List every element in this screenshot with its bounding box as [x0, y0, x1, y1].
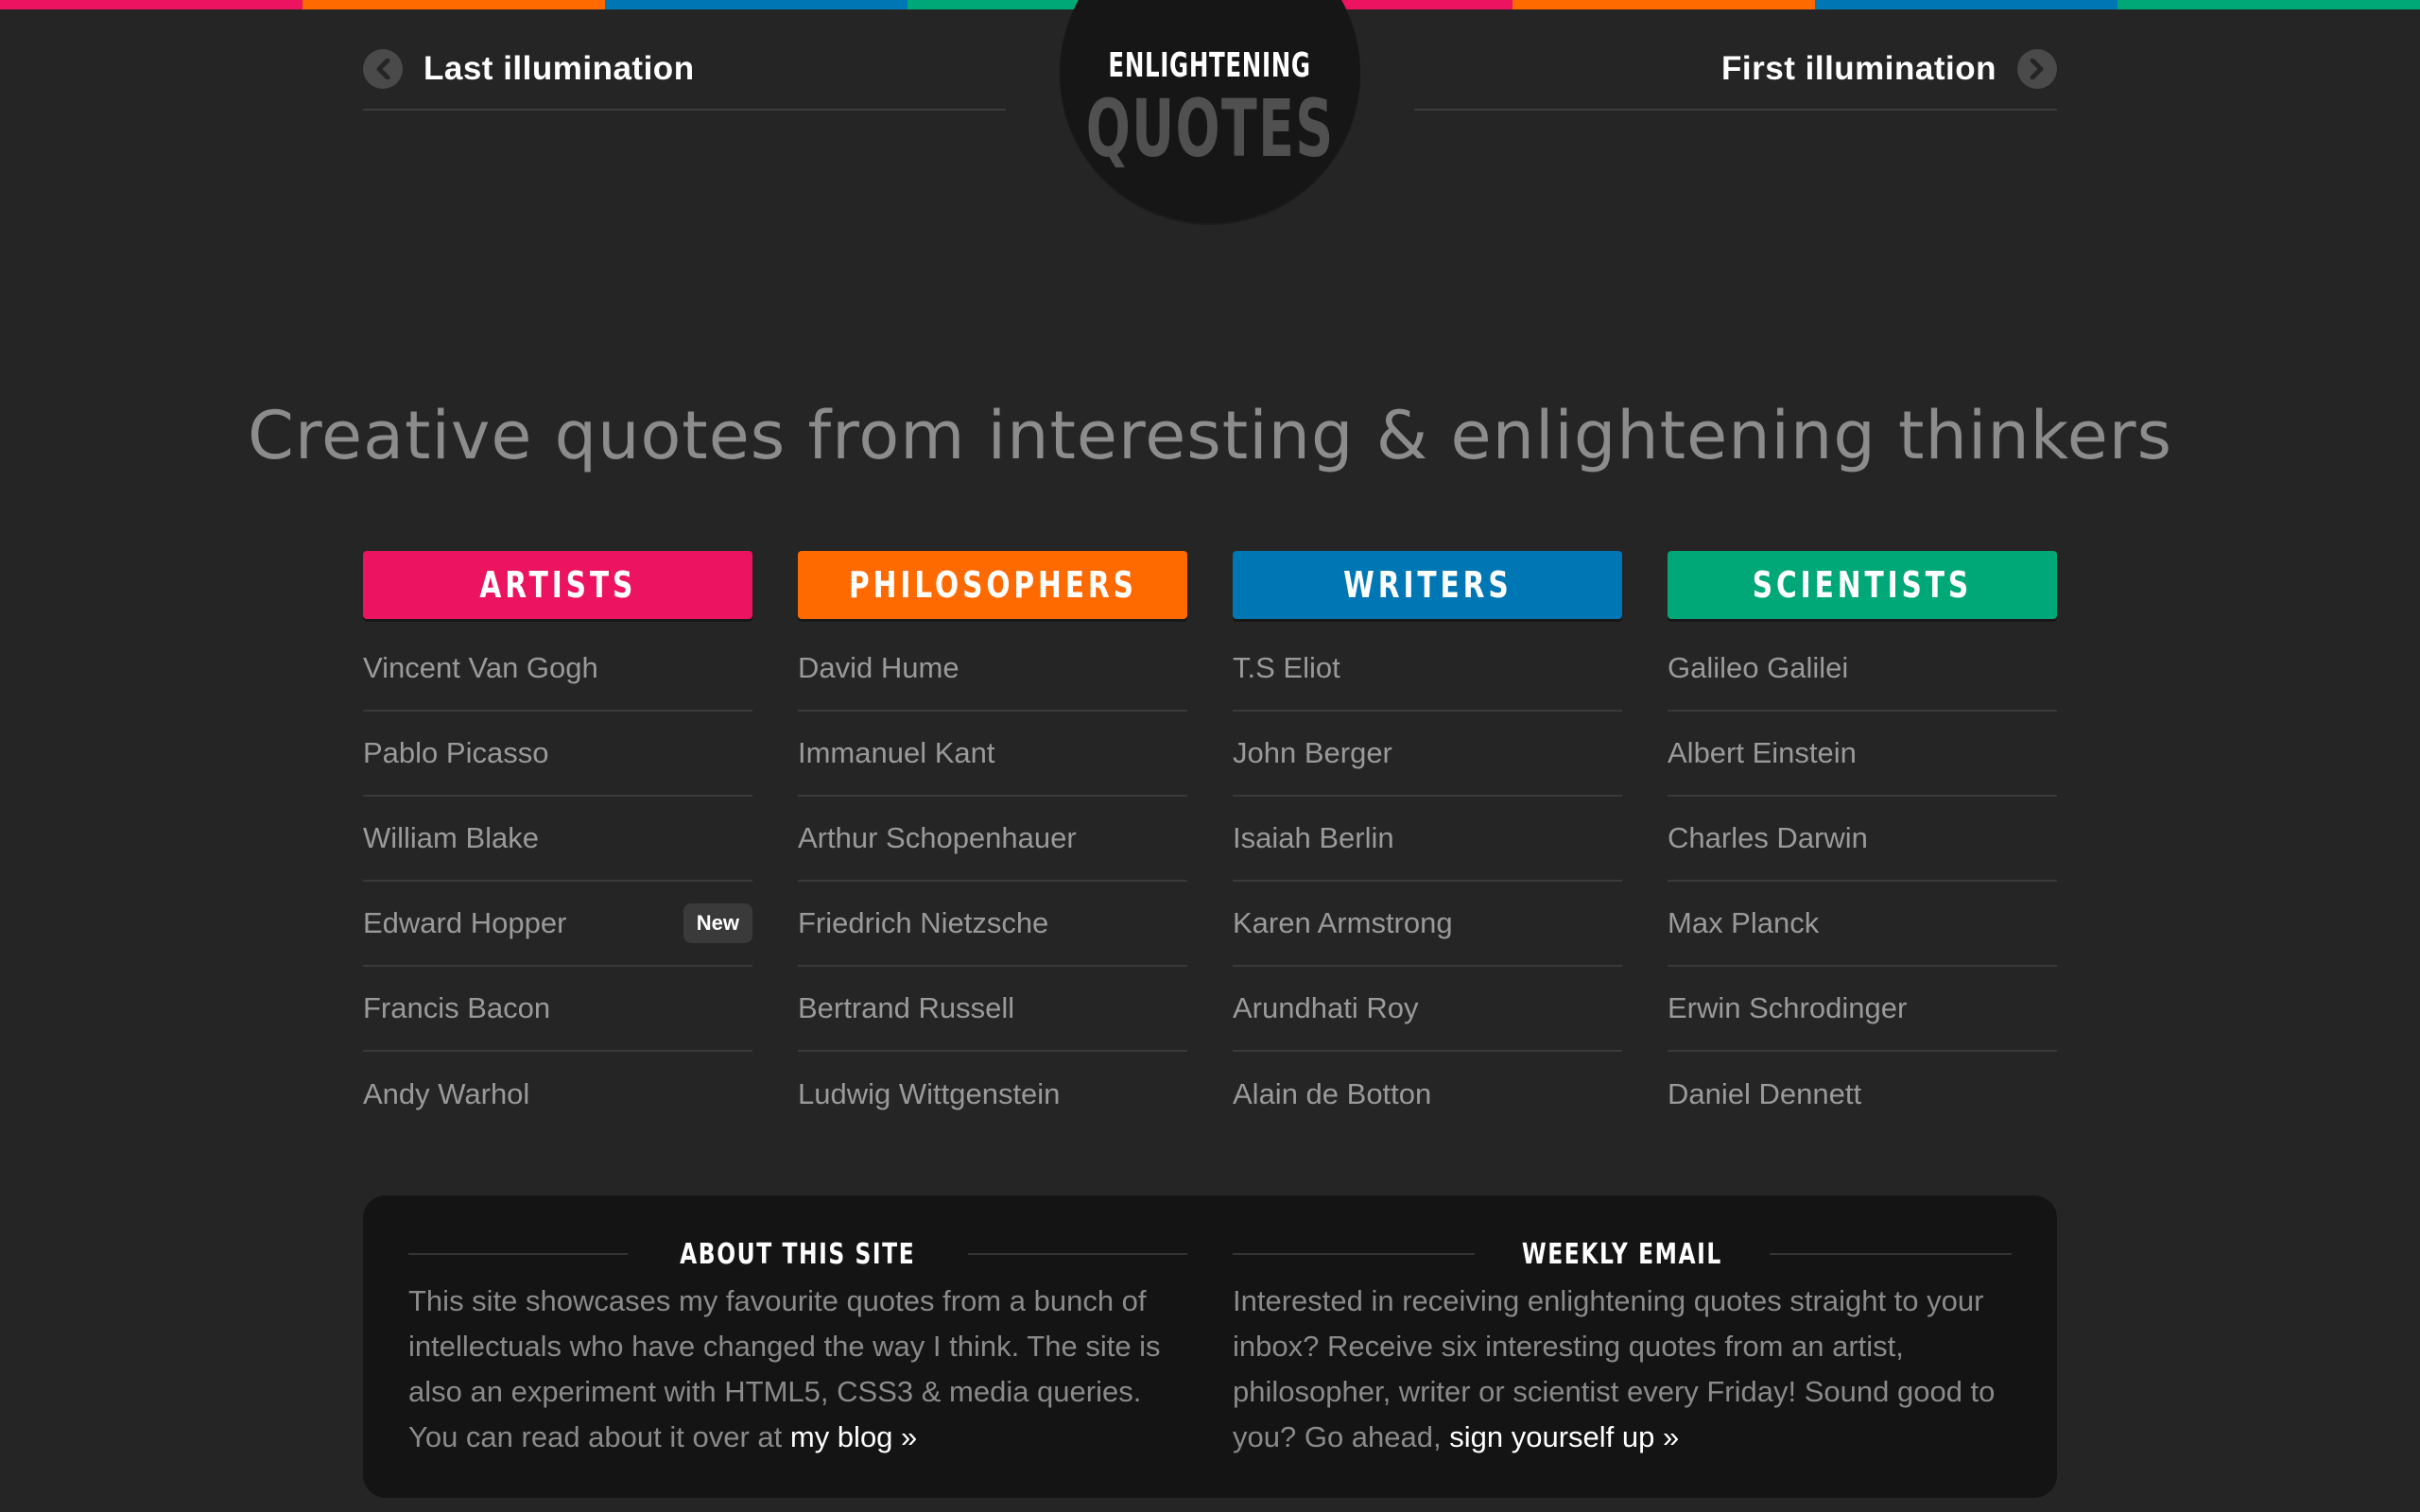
first-illumination-link[interactable]: First illumination [1721, 43, 2057, 95]
thinker-name[interactable]: Karen Armstrong [1233, 906, 1453, 940]
thinker-name[interactable]: Francis Bacon [363, 991, 550, 1025]
list-item[interactable]: William Blake [363, 797, 752, 882]
sign-up-link[interactable]: sign yourself up » [1449, 1420, 1679, 1453]
list-item[interactable]: Ludwig Wittgenstein [798, 1052, 1187, 1137]
thinker-name[interactable]: Arthur Schopenhauer [798, 821, 1077, 855]
thinker-name[interactable]: Alain de Botton [1233, 1077, 1431, 1111]
list-item[interactable]: Galileo Galilei [1668, 627, 2057, 712]
philosophers-header-label[interactable]: PHILOSOPHERS [849, 564, 1137, 606]
writers-header-button[interactable]: WRITERS [1233, 551, 1622, 619]
list-item[interactable]: Andy Warhol [363, 1052, 752, 1137]
philosophers-list: David Hume Immanuel Kant Arthur Schopenh… [798, 627, 1187, 1137]
thinker-name[interactable]: Bertrand Russell [798, 991, 1014, 1025]
list-item[interactable]: Charles Darwin [1668, 797, 2057, 882]
weekly-email-text: Interested in receiving enlightening quo… [1233, 1279, 2012, 1460]
chevron-right-icon[interactable] [2017, 49, 2057, 89]
category-philosophers: PHILOSOPHERS David Hume Immanuel Kant Ar… [798, 551, 1187, 1137]
scientists-header-label[interactable]: SCIENTISTS [1753, 564, 1972, 606]
list-item[interactable]: Immanuel Kant [798, 712, 1187, 797]
thinker-name[interactable]: Erwin Schrodinger [1668, 991, 1907, 1025]
new-badge: New [683, 903, 752, 943]
scientists-list: Galileo Galilei Albert Einstein Charles … [1668, 627, 2057, 1137]
list-item[interactable]: Erwin Schrodinger [1668, 967, 2057, 1052]
footer-panel: ABOUT THIS SITE This site showcases my f… [363, 1195, 2057, 1498]
thinker-name[interactable]: Immanuel Kant [798, 736, 995, 770]
thinker-name[interactable]: Andy Warhol [363, 1077, 529, 1111]
thinker-name[interactable]: Ludwig Wittgenstein [798, 1077, 1060, 1111]
list-item[interactable]: Friedrich Nietzsche [798, 882, 1187, 967]
list-item[interactable]: Arthur Schopenhauer [798, 797, 1187, 882]
artists-list: Vincent Van Gogh Pablo Picasso William B… [363, 627, 752, 1137]
list-item[interactable]: Albert Einstein [1668, 712, 2057, 797]
color-segment [302, 0, 605, 9]
thinker-name[interactable]: T.S Eliot [1233, 651, 1340, 685]
thinker-name[interactable]: David Hume [798, 651, 959, 685]
scientists-header-button[interactable]: SCIENTISTS [1668, 551, 2057, 619]
list-item[interactable]: Francis Bacon [363, 967, 752, 1052]
color-segment [2118, 0, 2420, 9]
list-item[interactable]: Karen Armstrong [1233, 882, 1622, 967]
list-item[interactable]: Daniel Dennett [1668, 1052, 2057, 1137]
logo-top-text: ENLIGHTENING [1108, 46, 1312, 85]
site-logo[interactable]: ENLIGHTENING QUOTES [1060, 0, 1360, 223]
philosophers-header-button[interactable]: PHILOSOPHERS [798, 551, 1187, 619]
thinker-name[interactable]: Friedrich Nietzsche [798, 906, 1048, 940]
about-text: This site showcases my favourite quotes … [408, 1279, 1187, 1460]
last-illumination-link[interactable]: Last illumination [363, 43, 695, 95]
list-item[interactable]: Edward Hopper New [363, 882, 752, 967]
category-writers: WRITERS T.S Eliot John Berger Isaiah Ber… [1233, 551, 1622, 1137]
thinker-name[interactable]: Arundhati Roy [1233, 991, 1418, 1025]
chevron-left-icon[interactable] [363, 49, 403, 89]
artists-header-button[interactable]: ARTISTS [363, 551, 752, 619]
about-heading: ABOUT THIS SITE [408, 1235, 1187, 1273]
color-segment [0, 0, 302, 9]
thinker-name[interactable]: Galileo Galilei [1668, 651, 1848, 685]
thinker-name[interactable]: Charles Darwin [1668, 821, 1868, 855]
thinker-name[interactable]: John Berger [1233, 736, 1392, 770]
weekly-email-heading: WEEKLY EMAIL [1233, 1235, 2012, 1273]
top-nav-left: Last illumination [363, 43, 1006, 111]
my-blog-link[interactable]: my blog » [790, 1420, 917, 1453]
category-scientists: SCIENTISTS Galileo Galilei Albert Einste… [1668, 551, 2057, 1137]
thinker-name[interactable]: Daniel Dennett [1668, 1077, 1861, 1111]
weekly-email-heading-text: WEEKLY EMAIL [1522, 1237, 1722, 1271]
thinker-name[interactable]: Pablo Picasso [363, 736, 548, 770]
about-section: ABOUT THIS SITE This site showcases my f… [408, 1195, 1187, 1498]
thinker-name[interactable]: Isaiah Berlin [1233, 821, 1394, 855]
thinker-name[interactable]: Albert Einstein [1668, 736, 1857, 770]
category-artists: ARTISTS Vincent Van Gogh Pablo Picasso W… [363, 551, 752, 1137]
list-item[interactable]: Vincent Van Gogh [363, 627, 752, 712]
list-item[interactable]: T.S Eliot [1233, 627, 1622, 712]
list-item[interactable]: Arundhati Roy [1233, 967, 1622, 1052]
artists-header-label[interactable]: ARTISTS [479, 564, 636, 606]
list-item[interactable]: John Berger [1233, 712, 1622, 797]
logo-bottom-text: QUOTES [1085, 82, 1335, 175]
thinker-name[interactable]: Max Planck [1668, 906, 1819, 940]
list-item[interactable]: Alain de Botton [1233, 1052, 1622, 1137]
color-segment [1512, 0, 1815, 9]
category-columns: ARTISTS Vincent Van Gogh Pablo Picasso W… [363, 551, 2057, 1137]
page-headline: Creative quotes from interesting & enlig… [247, 397, 2173, 474]
thinker-name[interactable]: Edward Hopper [363, 906, 566, 940]
list-item[interactable]: David Hume [798, 627, 1187, 712]
color-segment [1815, 0, 2118, 9]
first-illumination-label[interactable]: First illumination [1721, 50, 1996, 88]
list-item[interactable]: Isaiah Berlin [1233, 797, 1622, 882]
thinker-name[interactable]: William Blake [363, 821, 539, 855]
last-illumination-label[interactable]: Last illumination [424, 50, 695, 88]
about-body: This site showcases my favourite quotes … [408, 1284, 1161, 1453]
about-heading-text: ABOUT THIS SITE [680, 1237, 916, 1271]
list-item[interactable]: Bertrand Russell [798, 967, 1187, 1052]
color-segment [605, 0, 908, 9]
writers-list: T.S Eliot John Berger Isaiah Berlin Kare… [1233, 627, 1622, 1137]
list-item[interactable]: Pablo Picasso [363, 712, 752, 797]
thinker-name[interactable]: Vincent Van Gogh [363, 651, 598, 685]
list-item[interactable]: Max Planck [1668, 882, 2057, 967]
writers-header-label[interactable]: WRITERS [1343, 564, 1512, 606]
weekly-email-section: WEEKLY EMAIL Interested in receiving enl… [1233, 1195, 2012, 1498]
top-nav-right: First illumination [1414, 43, 2057, 111]
